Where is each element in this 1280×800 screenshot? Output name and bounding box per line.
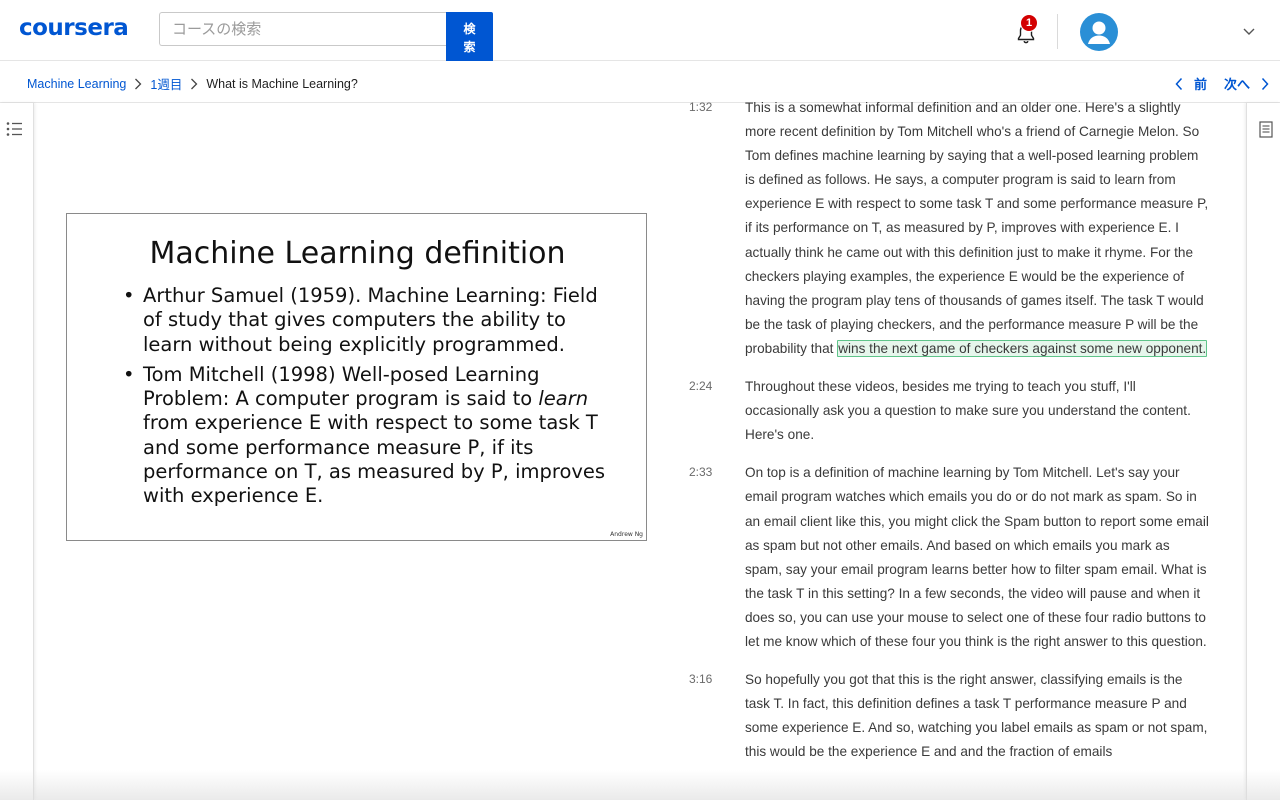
notes-icon[interactable] [1259,121,1273,138]
course-outline-icon[interactable] [6,121,24,137]
left-sidebar-rail [0,103,34,800]
transcript-timestamp[interactable]: 1:32 [689,100,712,114]
transcript-timestamp[interactable]: 2:24 [689,379,712,393]
next-button[interactable]: 次へ [1224,74,1270,93]
transcript-highlight[interactable]: wins the next game of checkers against s… [837,339,1208,357]
avatar[interactable] [1080,13,1118,51]
chevron-down-icon[interactable] [1242,26,1256,36]
chevron-left-icon [1175,77,1183,90]
user-icon [1088,21,1110,44]
transcript-text[interactable]: So hopefully you got that this is the ri… [745,668,1209,764]
transcript-timestamp[interactable]: 2:33 [689,465,712,479]
transcript-paragraph[interactable]: 2:24 Throughout these videos, besides me… [689,375,1209,447]
transcript-paragraph[interactable]: 3:16 So hopefully you got that this is t… [689,668,1209,764]
breadcrumb-current-lesson: What is Machine Learning? [206,76,358,91]
previous-button[interactable]: 前 [1174,74,1207,93]
slide-bullets: Arthur Samuel (1959). Machine Learning: … [123,284,613,515]
right-sidebar-rail [1246,103,1280,800]
transcript-paragraph[interactable]: 2:33 On top is a definition of machine l… [689,461,1209,654]
transcript-text-span: This is a somewhat informal definition a… [745,100,1209,356]
search-input[interactable] [159,12,447,46]
slide-signature: Andrew Ng [610,531,643,538]
header-divider [1057,14,1058,49]
top-header: coursera 検索 1 [0,0,1280,64]
slide-bullet-italic: learn [538,387,589,411]
coursera-logo[interactable]: coursera [19,15,129,41]
breadcrumb-week-link[interactable]: 1週目 [150,74,182,93]
transcript-text[interactable]: On top is a definition of machine learni… [745,461,1209,654]
transcript-text[interactable]: This is a somewhat informal definition a… [745,96,1209,361]
notification-badge: 1 [1020,14,1038,32]
chevron-right-icon [1261,77,1269,90]
slide-title: Machine Learning definition [149,236,566,271]
chevron-right-icon [134,78,142,90]
slide-bullet-text: Tom Mitchell (1998) Well-posed Learning … [143,362,540,411]
next-label: 次へ [1224,77,1251,92]
lecture-slide: Machine Learning definition Arthur Samue… [66,213,647,541]
previous-label: 前 [1194,77,1208,92]
chevron-right-icon [190,78,198,90]
transcript-panel: 1:32 This is a somewhat informal definit… [689,96,1209,778]
transcript-timestamp[interactable]: 3:16 [689,672,712,686]
breadcrumb: Machine Learning 1週目 What is Machine Lea… [27,74,358,93]
search-button[interactable]: 検索 [446,12,493,64]
slide-bullet-text: from experience E with respect to some t… [143,411,606,508]
breadcrumb-course-link[interactable]: Machine Learning [27,77,126,91]
slide-bullet: Tom Mitchell (1998) Well-posed Learning … [123,363,613,509]
transcript-text[interactable]: Throughout these videos, besides me tryi… [745,375,1209,447]
slide-bullet: Arthur Samuel (1959). Machine Learning: … [123,284,613,357]
transcript-paragraph[interactable]: 1:32 This is a somewhat informal definit… [689,96,1209,361]
